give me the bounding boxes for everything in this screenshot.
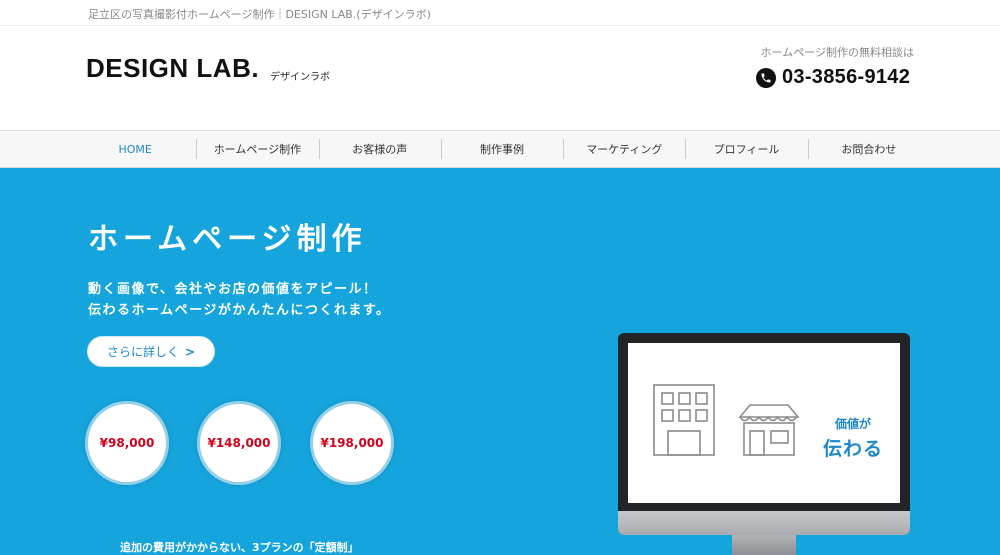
logo-subtitle: デザインラボ — [270, 72, 330, 83]
hero-title: ホームページ制作 — [88, 222, 367, 257]
phone-icon — [756, 67, 776, 88]
price-plan-2[interactable]: ¥148,000 — [200, 404, 278, 482]
top-bar: 足立区の写真撮影付ホームページ制作｜DESIGN LAB.(デザインラボ) — [0, 0, 1000, 26]
screen-text-top: 価値が — [834, 417, 871, 431]
hero-lead: 動く画像で、会社やお店の価値をアピール！ 伝わるホームページがかんたんにつくれま… — [88, 279, 391, 321]
price-plan-3[interactable]: ¥198,000 — [313, 404, 391, 482]
more-details-label: さらに詳しく — [106, 345, 179, 359]
main-nav: HOME ホームページ制作 お客様の声 制作事例 マーケティング プロフィール … — [0, 130, 1000, 168]
header: DESIGN LAB. デザインラボ ホームページ制作の無料相談は 03-385… — [0, 26, 1000, 130]
monitor-stand — [732, 535, 796, 555]
more-details-button[interactable]: さらに詳しく > — [87, 336, 215, 367]
hero-lead-line1: 動く画像で、会社やお店の価値をアピール！ — [88, 282, 378, 297]
phone-number[interactable]: 03-3856-9142 — [782, 66, 910, 89]
price-plan-1[interactable]: ¥98,000 — [88, 404, 166, 482]
nav-item-works[interactable]: 制作事例 — [440, 131, 563, 167]
site-tagline: 足立区の写真撮影付ホームページ制作｜DESIGN LAB.(デザインラボ) — [88, 8, 431, 21]
monitor-chin — [618, 511, 910, 535]
screen-message: 価値が 伝わる — [818, 415, 888, 461]
nav-item-contact[interactable]: お問合わせ — [807, 131, 930, 167]
nav-item-profile[interactable]: プロフィール — [685, 131, 807, 167]
hero-section: ホームページ制作 動く画像で、会社やお店の価値をアピール！ 伝わるホームページが… — [0, 168, 1000, 555]
chevron-right-icon: > — [184, 344, 196, 359]
shop-icon — [738, 404, 800, 456]
phone-contact[interactable]: 03-3856-9142 — [756, 66, 910, 89]
monitor-screen: 価値が 伝わる — [628, 343, 900, 503]
monitor-illustration: 価値が 伝わる — [618, 333, 910, 555]
flat-rate-note: 追加の費用がかからない、3プランの「定額制」 — [120, 541, 359, 554]
nav-item-marketing[interactable]: マーケティング — [563, 131, 685, 167]
building-icon — [653, 384, 715, 456]
screen-text-main: 伝わる — [822, 438, 883, 460]
site-logo[interactable]: DESIGN LAB. — [86, 53, 259, 84]
contact-label: ホームページ制作の無料相談は — [760, 46, 914, 59]
nav-item-customer-voice[interactable]: お客様の声 — [318, 131, 441, 167]
nav-item-web-production[interactable]: ホームページ制作 — [196, 131, 318, 167]
nav-item-home[interactable]: HOME — [74, 131, 196, 167]
hero-lead-line2: 伝わるホームページがかんたんにつくれます。 — [88, 303, 391, 318]
